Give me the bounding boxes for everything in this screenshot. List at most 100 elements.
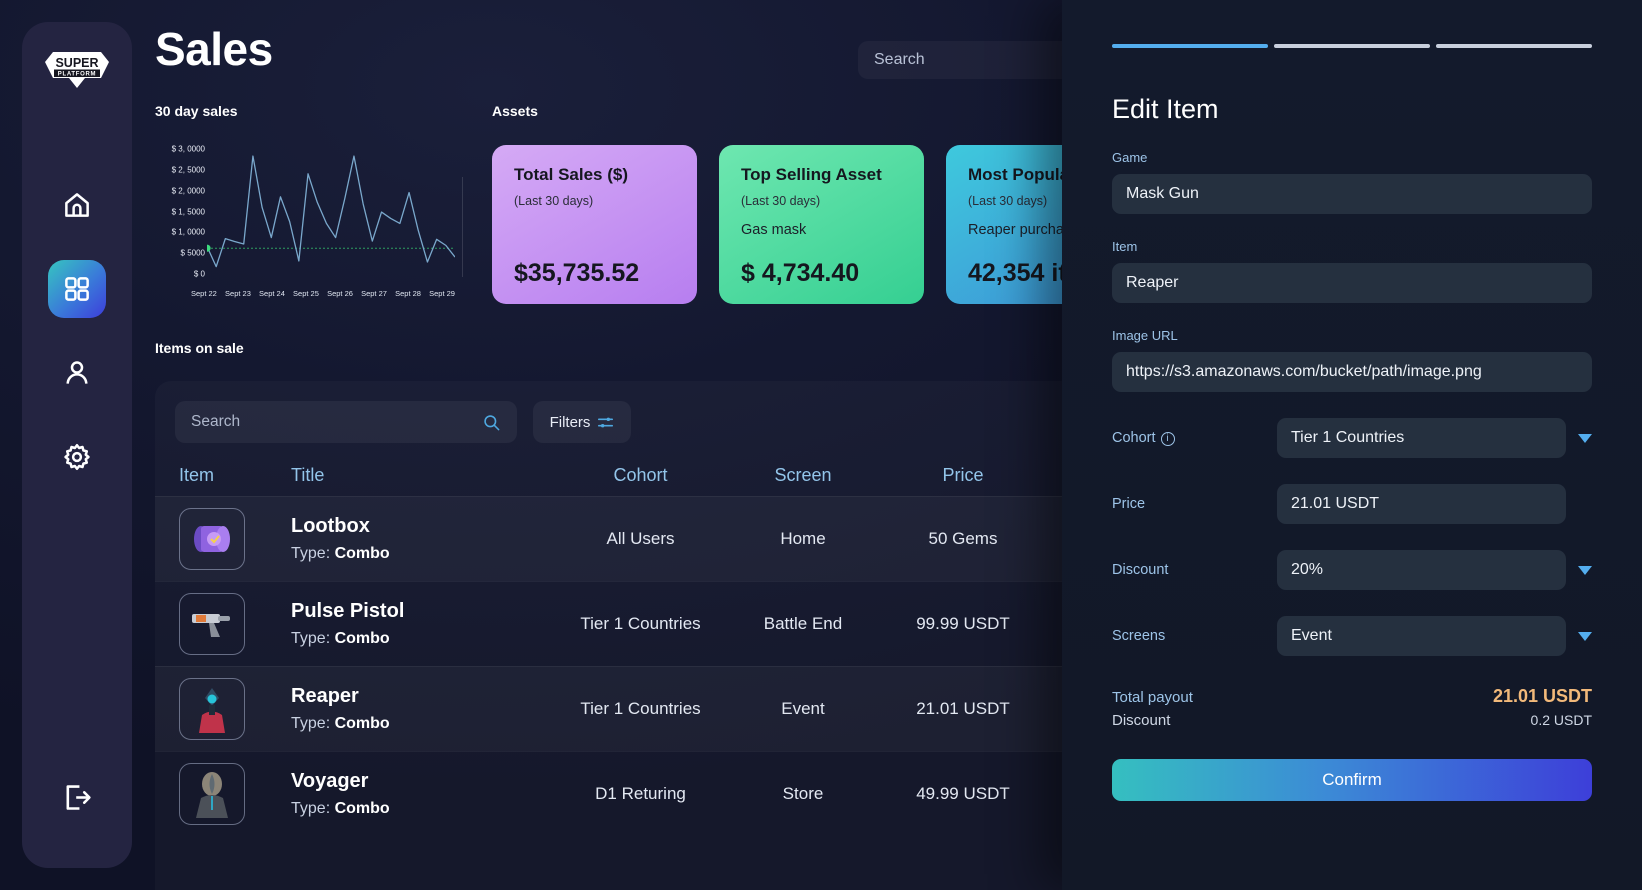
sidebar-item-dashboard[interactable] — [48, 260, 106, 318]
sidebar-item-users[interactable] — [48, 344, 106, 402]
row-item-title: Reaper — [291, 685, 359, 707]
chart-y-tick: $ 5000 — [180, 248, 205, 258]
discount-total-value: 0.2 USDT — [1530, 712, 1592, 728]
row-price: 50 Gems — [928, 529, 998, 548]
step-indicator[interactable] — [1436, 44, 1592, 48]
chevron-down-icon-discount[interactable] — [1578, 565, 1592, 575]
filters-button[interactable]: Filters — [533, 401, 631, 443]
search-icon — [484, 414, 500, 430]
page-title: Sales — [155, 23, 273, 75]
row-price: 21.01 USDT — [916, 699, 1010, 718]
price-label: Price — [1112, 496, 1146, 512]
table-search-input[interactable]: Search — [175, 401, 517, 443]
reaper-thumbnail — [179, 678, 245, 740]
table-body: Lootbox Type: Combo All Users Home 50 Gems Pu… — [155, 496, 1085, 836]
asset-card-title: Total Sales ($) — [514, 165, 628, 184]
item-input[interactable]: Reaper — [1112, 263, 1592, 303]
table-row[interactable]: Pulse Pistol Type: Combo Tier 1 Countries B… — [155, 581, 1085, 666]
asset-card[interactable]: Top Selling Asset (Last 30 days) Gas mask $… — [719, 145, 924, 304]
table-search-placeholder: Search — [191, 413, 241, 430]
asset-card[interactable]: Total Sales ($) (Last 30 days) $35,735.52 — [462, 145, 697, 304]
row-item-title: Lootbox — [291, 515, 370, 537]
table-row[interactable]: Lootbox Type: Combo All Users Home 50 Gems — [155, 496, 1085, 581]
table-column-header[interactable]: Screen — [728, 465, 878, 486]
gear-icon — [64, 444, 90, 470]
asset-card-subtitle: (Last 30 days) — [514, 194, 594, 208]
discount-select[interactable]: 20% — [1277, 550, 1566, 590]
total-payout-row: Total payout 21.01 USDT — [1112, 686, 1592, 707]
chart-y-tick: $ 0 — [193, 269, 205, 279]
chart-section-label: 30 day sales — [155, 103, 238, 119]
cohort-label: Cohort i — [1112, 430, 1277, 446]
global-search-placeholder: Search — [874, 51, 925, 68]
step-progress — [1112, 0, 1592, 48]
row-type-label: Type: — [291, 800, 331, 817]
asset-card-subtitle: (Last 30 days) — [741, 194, 821, 208]
info-icon[interactable]: i — [1160, 431, 1175, 446]
logout-button[interactable] — [48, 768, 106, 826]
screens-select[interactable]: Event — [1277, 616, 1566, 656]
sliders-icon — [598, 417, 614, 427]
asset-card-value: $ 4,734.40 — [741, 259, 860, 287]
chart-plot-area — [203, 141, 456, 281]
row-type-label: Type: — [291, 715, 331, 732]
row-type-value: Combo — [334, 800, 390, 817]
row-cohort: D1 Returing — [595, 784, 686, 803]
game-input[interactable]: Mask Gun — [1112, 174, 1592, 214]
pulse-pistol-thumbnail — [179, 593, 245, 655]
chart-x-tick: Sept 23 — [225, 289, 251, 298]
table-column-header[interactable]: Title — [291, 465, 553, 486]
chart-x-tick: Sept 26 — [327, 289, 353, 298]
chart-x-tick: Sept 28 — [395, 289, 421, 298]
asset-card-asset: Gas mask — [741, 222, 807, 238]
table-column-header[interactable]: Price — [878, 465, 1048, 486]
logo-bottom-text: PLATFORM — [58, 71, 96, 77]
screens-label: Screens — [1112, 628, 1166, 644]
field-image-url: Image URL https://s3.amazonaws.com/bucke… — [1112, 328, 1592, 392]
asset-cards: Total Sales ($) (Last 30 days) $35,735.52 T… — [462, 145, 1151, 304]
row-cohort: Tier 1 Countries — [580, 614, 701, 633]
sidebar-nav — [48, 176, 106, 486]
table-row[interactable]: Reaper Type: Combo Tier 1 Countries Event 21… — [155, 666, 1085, 751]
asset-card-value: $35,735.52 — [514, 259, 640, 287]
totals-block: Total payout 21.01 USDT Discount 0.2 USD… — [1112, 686, 1592, 729]
image-url-input[interactable]: https://s3.amazonaws.com/bucket/path/ima… — [1112, 352, 1592, 392]
table-column-header[interactable]: Cohort — [553, 465, 728, 486]
chevron-down-icon-cohort[interactable] — [1578, 433, 1592, 443]
step-indicator[interactable] — [1112, 44, 1268, 48]
home-icon — [65, 193, 89, 217]
grid-icon — [65, 277, 89, 301]
chart-section: 30 day sales $ 3, 0000 $ 2, 5000 $ 2, 0000… — [155, 103, 475, 316]
game-label: Game — [1112, 150, 1148, 165]
chart-line-series — [206, 155, 456, 268]
row-item-type: Type: Combo — [291, 545, 553, 563]
field-screens: Screens Event — [1112, 616, 1592, 656]
sidebar: SUPER PLATFORM — [22, 22, 132, 868]
total-payout-value: 21.01 USDT — [1492, 686, 1592, 706]
sales-line-chart: $ 3, 0000 $ 2, 5000 $ 2, 0000 $ 1, 5000 $ 1,… — [155, 141, 456, 316]
row-type-value: Combo — [334, 545, 390, 562]
item-label: Item — [1112, 239, 1138, 254]
sidebar-item-home[interactable] — [48, 176, 106, 234]
chart-x-tick: Sept 25 — [293, 289, 319, 298]
discount-label: Discount — [1112, 562, 1169, 578]
sidebar-item-settings[interactable] — [48, 428, 106, 486]
price-input[interactable]: 21.01 USDT — [1277, 484, 1566, 524]
step-indicator[interactable] — [1274, 44, 1430, 48]
asset-card-title: Top Selling Asset — [741, 165, 882, 184]
table-column-header[interactable]: Item — [179, 465, 291, 486]
row-cohort: All Users — [606, 529, 675, 548]
discount-total-label: Discount — [1112, 712, 1171, 729]
cohort-select[interactable]: Tier 1 Countries — [1277, 418, 1566, 458]
card-divider — [462, 177, 463, 277]
user-icon — [66, 361, 88, 384]
field-game: Game Mask Gun — [1112, 150, 1592, 214]
table-row[interactable]: Voyager Type: Combo D1 Returing Store 49.99 … — [155, 751, 1085, 836]
confirm-button[interactable]: Confirm — [1112, 759, 1592, 801]
row-type-value: Combo — [334, 630, 390, 647]
chart-x-tick: Sept 22 — [191, 289, 217, 298]
voyager-thumbnail — [179, 763, 245, 825]
image-url-label: Image URL — [1112, 328, 1178, 343]
chart-marker-point — [203, 244, 211, 252]
chevron-down-icon-screens[interactable] — [1578, 631, 1592, 641]
